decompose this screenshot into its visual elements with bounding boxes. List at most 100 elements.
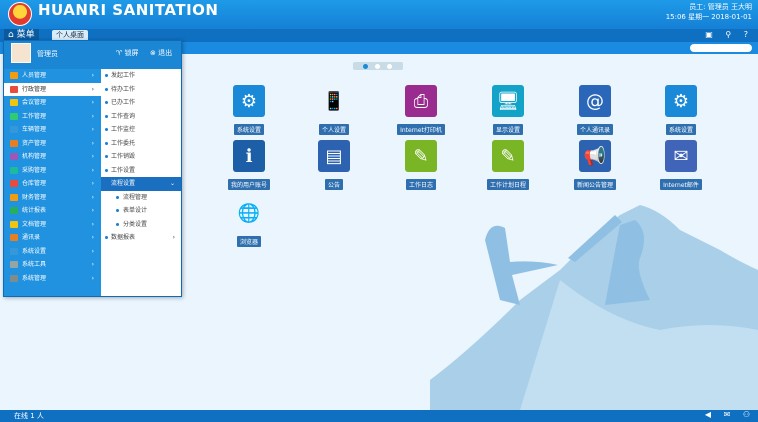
printer-icon: ⎙ <box>405 85 437 117</box>
app-label: 工作计划日程 <box>486 179 529 190</box>
app-2[interactable]: ⎙ Internet打印机 <box>391 85 451 136</box>
pager-dot-1[interactable] <box>363 64 368 69</box>
menu-subitem[interactable]: 待办工作 <box>101 83 181 97</box>
category-label: 行政管理 <box>22 85 47 93</box>
menu-label: 菜单 <box>16 30 35 40</box>
app-4[interactable]: @ 个人通讯录 <box>565 85 625 136</box>
app-6[interactable]: ℹ 我的用户账号 <box>219 140 279 191</box>
top-header: HUANRI SANITATION 员工: 管理员 王大明 15:06 星期一 … <box>0 0 758 29</box>
menu-category[interactable]: 采购管理 › <box>4 164 101 178</box>
mail-icon[interactable]: ✉ <box>724 410 731 419</box>
pin-icon[interactable]: ⚲ <box>725 30 731 39</box>
chevron-right-icon: › <box>91 166 94 174</box>
pager-dot-3[interactable] <box>387 64 392 69</box>
lock-icon: ♈ <box>116 49 123 57</box>
nav-icons: ▣ ⚲ ? <box>695 30 748 39</box>
menu-category[interactable]: 仓库管理 › <box>4 177 101 191</box>
category-icon <box>10 207 18 214</box>
app-3[interactable]: 🖥 显示设置 <box>478 85 538 136</box>
app-9[interactable]: ✎ 工作计划日程 <box>478 140 538 191</box>
menu-categories: 人员管理 › 行政管理 › 会议管理 › 工作管理 › 车辆管理 › 资产管理 › 机构管理 › 采购管理 ›… <box>4 69 101 285</box>
menu-subitem[interactable]: 分类设置 <box>101 218 181 232</box>
user-info-line2: 15:06 星期一 2018-01-01 <box>665 13 752 21</box>
category-icon <box>10 261 18 268</box>
app-5[interactable]: ⚙ 系统设置 <box>651 85 711 136</box>
menu-category[interactable]: 工作管理 › <box>4 110 101 124</box>
menu-subitem[interactable]: 工作查询 <box>101 110 181 124</box>
app-8[interactable]: ✎ 工作日志 <box>391 140 451 191</box>
online-status: 在线 1 人 <box>14 412 44 420</box>
brand-title: HUANRI SANITATION <box>38 1 219 19</box>
logout-button[interactable]: ⊗ 退出 <box>150 48 172 58</box>
menu-category[interactable]: 行政管理 › <box>4 82 101 96</box>
start-menu: 管理员 ♈ 锁屏 ⊗ 退出 人员管理 › 行政管理 › 会议管理 › 工作管理 › 车辆管理 › 资… <box>3 40 182 297</box>
menu-subitem[interactable]: 已办工作 <box>101 96 181 110</box>
category-label: 车辆管理 <box>22 126 47 133</box>
menu-subitem[interactable]: 数据报表 › <box>101 231 181 245</box>
mail-icon: ✉ <box>665 140 697 172</box>
category-icon <box>10 72 18 79</box>
search-input[interactable] <box>690 44 752 52</box>
menu-subitem[interactable]: 流程设置 ⌄ <box>101 177 181 191</box>
speaker-icon[interactable]: ◀ <box>705 410 711 419</box>
app-label: 我的用户账号 <box>227 179 270 190</box>
company-logo-icon <box>8 2 32 26</box>
menu-category[interactable]: 车辆管理 › <box>4 123 101 137</box>
menu-category[interactable]: 财务管理 › <box>4 191 101 205</box>
category-label: 人员管理 <box>22 72 47 79</box>
app-label: Internet邮件 <box>660 179 702 190</box>
app-10[interactable]: 📢 新闻公告管理 <box>565 140 625 191</box>
lock-button[interactable]: ♈ 锁屏 <box>116 48 139 58</box>
menu-subitem[interactable]: 表单设计 <box>101 204 181 218</box>
menu-category[interactable]: 机构管理 › <box>4 150 101 164</box>
chevron-right-icon: › <box>91 207 94 214</box>
menu-subitem[interactable]: 工作委托 <box>101 137 181 151</box>
menu-category[interactable]: 人员管理 › <box>4 69 101 83</box>
start-menu-header: 管理员 ♈ 锁屏 ⊗ 退出 <box>4 41 181 69</box>
users-icon[interactable]: ⚇ <box>743 410 750 419</box>
lock-icon[interactable]: ▣ <box>705 30 713 39</box>
globe-icon: 🌐 <box>237 202 261 224</box>
menu-category[interactable]: 文档管理 › <box>4 218 101 232</box>
category-label: 文档管理 <box>22 220 47 228</box>
app-11[interactable]: ✉ Internet邮件 <box>651 140 711 191</box>
pager-dot-2[interactable] <box>375 64 380 69</box>
help-icon[interactable]: ? <box>744 30 748 39</box>
home-icon: ⌂ <box>8 30 14 40</box>
category-icon <box>10 193 18 201</box>
subitem-label: 工作销毁 <box>111 153 136 160</box>
menu-subitem[interactable]: 发起工作 <box>101 69 181 83</box>
chevron-down-icon: ⌄ <box>169 180 175 187</box>
chevron-right-icon: › <box>91 180 94 187</box>
menu-category[interactable]: 系统设置 › <box>4 245 101 259</box>
phone-icon: 📱 <box>322 90 346 112</box>
chevron-right-icon: › <box>91 193 94 201</box>
category-label: 采购管理 <box>22 166 47 174</box>
avatar <box>11 43 31 63</box>
chevron-right-icon: › <box>91 126 94 133</box>
category-icon <box>10 85 18 93</box>
category-label: 统计报表 <box>22 207 47 214</box>
logout-label: 退出 <box>158 49 173 57</box>
menu-category[interactable]: 系统管理 › <box>4 272 101 286</box>
chevron-right-icon: › <box>91 85 94 93</box>
category-icon <box>10 153 18 160</box>
app-7[interactable]: ▤ 公告 <box>304 140 364 191</box>
menu-category[interactable]: 通讯录 › <box>4 231 101 245</box>
menu-category[interactable]: 统计报表 › <box>4 204 101 218</box>
app-label: 公告 <box>324 179 343 190</box>
menu-subitem[interactable]: 工作销毁 <box>101 150 181 164</box>
menu-category[interactable]: 资产管理 › <box>4 137 101 151</box>
app-0[interactable]: ⚙ 系统设置 <box>219 85 279 136</box>
menu-category[interactable]: 会议管理 › <box>4 96 101 110</box>
subitem-label: 数据报表 <box>111 234 136 241</box>
chevron-right-icon: › <box>91 234 94 241</box>
menu-subitem[interactable]: 工作设置 <box>101 164 181 178</box>
category-label: 资产管理 <box>22 139 47 147</box>
app-12[interactable]: 🌐 浏览器 <box>219 197 279 248</box>
app-1[interactable]: 📱 个人设置 <box>304 85 364 136</box>
monitor-icon: 🖥 <box>492 85 524 117</box>
menu-category[interactable]: 系统工具 › <box>4 258 101 272</box>
menu-subitem[interactable]: 流程管理 <box>101 191 181 205</box>
menu-subitem[interactable]: 工作监控 <box>101 123 181 137</box>
